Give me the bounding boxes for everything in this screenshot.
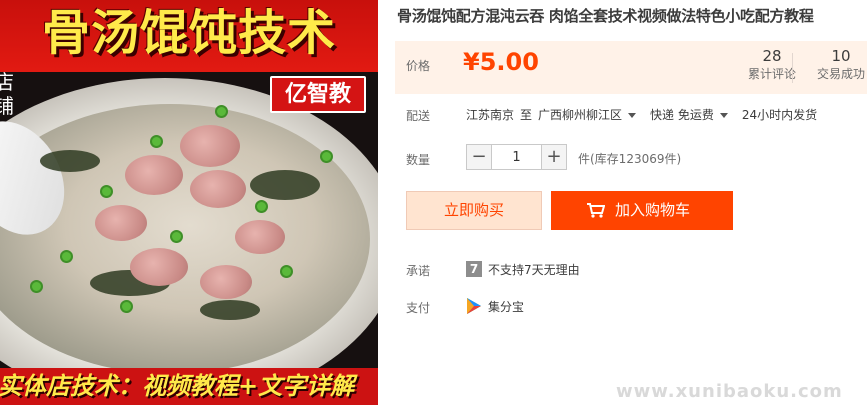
image-scallion — [100, 185, 113, 198]
shipping-method-select[interactable]: 快递 免运费 — [650, 108, 736, 122]
payment-label: 支付 — [406, 301, 431, 315]
no-7day-return-icon: 7 — [466, 261, 482, 277]
delivery-destination-select[interactable]: 广西柳州柳江区 — [538, 108, 644, 122]
delivery-info: 江苏南京至广西柳州柳江区 快递 免运费 24小时内发货 — [466, 106, 823, 123]
chevron-down-icon — [628, 113, 637, 118]
reviews-count: 28 — [762, 47, 782, 65]
image-side-text: 店铺 — [0, 70, 14, 118]
delivery-from: 江苏南京 — [466, 108, 515, 122]
stats-divider — [792, 53, 793, 83]
product-title: 骨汤馄饨配方混沌云吞 肉馅全套技术视频做法特色小吃配方教程 — [397, 7, 814, 25]
buy-now-button[interactable]: 立即购买 — [406, 191, 542, 230]
product-main-image[interactable]: 骨汤馄饨技术 亿智教 店铺 实体店技术：视频教程+文字详解 — [0, 0, 378, 405]
sales-count: 10 — [831, 47, 851, 65]
image-scallion — [120, 300, 133, 313]
quantity-decrease-button[interactable]: − — [466, 144, 492, 170]
image-wonton — [200, 265, 252, 299]
image-scallion — [150, 135, 163, 148]
reviews-label: 累计评论 — [747, 67, 796, 81]
image-scallion — [215, 105, 228, 118]
quantity-input[interactable] — [492, 144, 541, 170]
delivery-to-word: 至 — [520, 108, 533, 122]
image-seaweed — [250, 170, 320, 200]
stock-info: 件(库存123069件) — [578, 152, 682, 166]
reviews-stat[interactable]: 28 累计评论 — [733, 47, 811, 83]
cart-icon — [587, 203, 605, 218]
shipping-method: 快递 免运费 — [650, 108, 714, 122]
image-wonton — [95, 205, 147, 241]
image-seaweed — [200, 300, 260, 320]
chevron-down-icon — [719, 113, 728, 118]
promise-label: 承诺 — [406, 264, 431, 278]
image-seaweed — [40, 150, 100, 172]
promise-text[interactable]: 不支持7天无理由 — [488, 261, 580, 278]
image-scallion — [255, 200, 268, 213]
delivery-label: 配送 — [406, 109, 431, 123]
image-wonton — [130, 248, 188, 286]
image-wonton — [180, 125, 240, 167]
quantity-increase-button[interactable]: + — [541, 144, 567, 170]
image-brand-badge: 亿智教 — [270, 76, 366, 113]
image-bottom-text: 实体店技术：视频教程+文字详解 — [0, 371, 355, 400]
image-wonton — [235, 220, 285, 254]
image-scallion — [280, 265, 293, 278]
dispatch-time: 24小时内发货 — [741, 108, 818, 122]
image-scallion — [30, 280, 43, 293]
image-scallion — [320, 150, 333, 163]
add-to-cart-label: 加入购物车 — [615, 201, 691, 219]
quantity-label: 数量 — [406, 153, 431, 167]
payment-method: 集分宝 — [488, 300, 525, 314]
image-wonton — [125, 155, 183, 195]
sales-label: 交易成功 — [816, 67, 865, 81]
image-wonton — [190, 170, 246, 208]
image-title: 骨汤馄饨技术 — [41, 5, 336, 61]
price-box: 价格 ¥5.00 28 累计评论 10 交易成功 — [395, 41, 867, 94]
price-label: 价格 — [406, 59, 431, 73]
delivery-destination: 广西柳州柳江区 — [538, 108, 623, 122]
site-watermark: www.xunibaoku.com — [616, 381, 843, 402]
image-scallion — [170, 230, 183, 243]
price-value: ¥5.00 — [463, 48, 539, 76]
sales-stat: 10 交易成功 — [803, 47, 867, 83]
jifenbao-icon — [467, 298, 481, 314]
add-to-cart-button[interactable]: 加入购物车 — [551, 191, 733, 230]
image-scallion — [60, 250, 73, 263]
